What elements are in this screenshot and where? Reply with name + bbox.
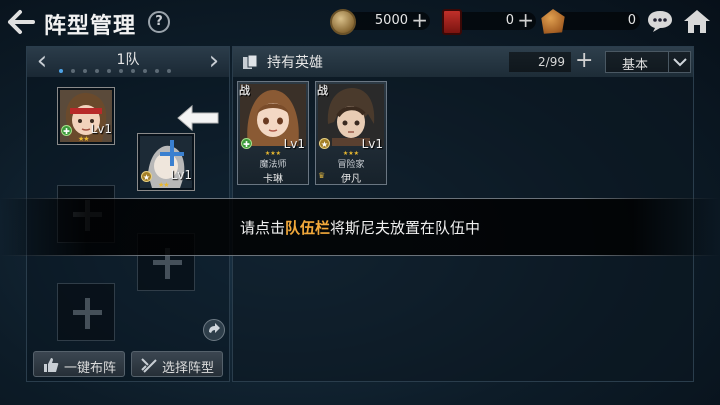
star-rating: ★★★ — [342, 150, 360, 157]
auto-formation-button[interactable]: 一键布阵 — [33, 351, 125, 377]
top-bar: 阵型管理 ? 5000 + 0 + 0 — [0, 0, 720, 44]
ore-resource: 0 — [540, 9, 640, 34]
team-page-dot[interactable] — [119, 69, 123, 73]
class-badge-icon: ✚ — [241, 138, 252, 149]
empty-slot-plus-icon — [73, 298, 102, 329]
cards-icon — [243, 54, 258, 69]
hero-job: 冒险家 — [337, 160, 365, 170]
gem-resource: 0 + — [440, 9, 536, 35]
coin-icon — [330, 9, 356, 35]
tutorial-text: 请点击队伍栏将斯尼夫放置在队伍中 — [239, 219, 481, 237]
team-page-dot[interactable] — [95, 69, 99, 73]
ore-value: 0 — [627, 13, 636, 28]
sort-label: 基本 — [622, 58, 649, 73]
chevron-down-icon — [668, 52, 690, 72]
add-gem-button[interactable]: + — [517, 10, 534, 30]
class-badge-icon: ★ — [319, 138, 330, 149]
team-slot-1[interactable]: ✚ Lv1 ★★ — [57, 87, 115, 145]
star-rating: ★★★ — [264, 150, 282, 157]
hero-level: Lv1 — [283, 137, 305, 151]
hero-name: 卡琳 — [263, 174, 283, 185]
battle-tag: 战 — [317, 84, 328, 97]
hero-job: 魔法师 — [259, 160, 287, 170]
star-rating: ★★ — [158, 181, 170, 189]
tutorial-banner: 请点击队伍栏将斯尼夫放置在队伍中 — [0, 198, 720, 256]
class-badge-icon: ✚ — [61, 125, 72, 136]
team-slot-2[interactable]: ★ Lv1 ★★ — [137, 133, 195, 191]
expand-roster-button[interactable]: + — [575, 49, 593, 73]
select-formation-label: 选择阵型 — [162, 361, 215, 376]
star-rating: ★★ — [78, 135, 90, 143]
add-coin-button[interactable]: + — [411, 10, 428, 30]
check-formation-icon — [141, 358, 157, 373]
team-name: 1队 — [116, 52, 140, 68]
back-arrow-icon[interactable] — [6, 8, 36, 36]
page-title: 阵型管理 — [44, 14, 137, 39]
tutorial-pointer-arrow-icon — [176, 104, 220, 132]
auto-formation-label: 一键布阵 — [64, 361, 117, 376]
battle-tag: 战 — [239, 84, 250, 97]
team-page-dot[interactable] — [83, 69, 87, 73]
coin-value: 5000 — [374, 13, 408, 28]
chat-bubble-icon[interactable] — [646, 9, 674, 33]
hero-count: 2/99 — [509, 52, 571, 72]
hero-name: 伊凡 — [341, 174, 361, 185]
next-team-chevron-icon[interactable]: › — [203, 48, 225, 74]
team-header: ‹ 1队 › — [27, 47, 229, 77]
gem-icon — [442, 9, 462, 35]
team-page-dot[interactable] — [155, 69, 159, 73]
sort-dropdown[interactable]: 基本 — [605, 51, 691, 73]
team-page-dot[interactable] — [107, 69, 111, 73]
rotate-icon[interactable] — [203, 319, 225, 341]
home-icon[interactable] — [682, 7, 712, 35]
hero-level: Lv1 — [170, 168, 192, 182]
help-button[interactable]: ? — [148, 11, 170, 33]
roster-title: 持有英雄 — [267, 55, 323, 71]
team-page-dots — [59, 69, 171, 73]
team-slot-5[interactable] — [57, 283, 115, 341]
hero-level: Lv1 — [90, 122, 112, 136]
team-page-dot[interactable] — [59, 69, 63, 73]
thumbs-up-icon — [44, 358, 59, 372]
coin-resource: 5000 + — [330, 9, 430, 35]
select-formation-button[interactable]: 选择阵型 — [131, 351, 223, 377]
hero-card-karin[interactable]: 战 ✚ Lv1 ★★★ 魔法师 卡琳 — [237, 81, 309, 185]
team-page-dot[interactable] — [143, 69, 147, 73]
hero-level: Lv1 — [361, 137, 383, 151]
class-badge-icon: ★ — [141, 171, 152, 182]
team-page-dot[interactable] — [71, 69, 75, 73]
roster-header: 持有英雄 2/99 + 基本 — [233, 47, 693, 77]
tutorial-highlight: 队伍栏 — [284, 219, 330, 237]
gem-value: 0 — [505, 13, 514, 28]
team-page-dot[interactable] — [167, 69, 171, 73]
hero-card-ivan[interactable]: 战 ★ Lv1 ★★★ 冒险家 ♛ 伊凡 — [315, 81, 387, 185]
team-page-dot[interactable] — [131, 69, 135, 73]
